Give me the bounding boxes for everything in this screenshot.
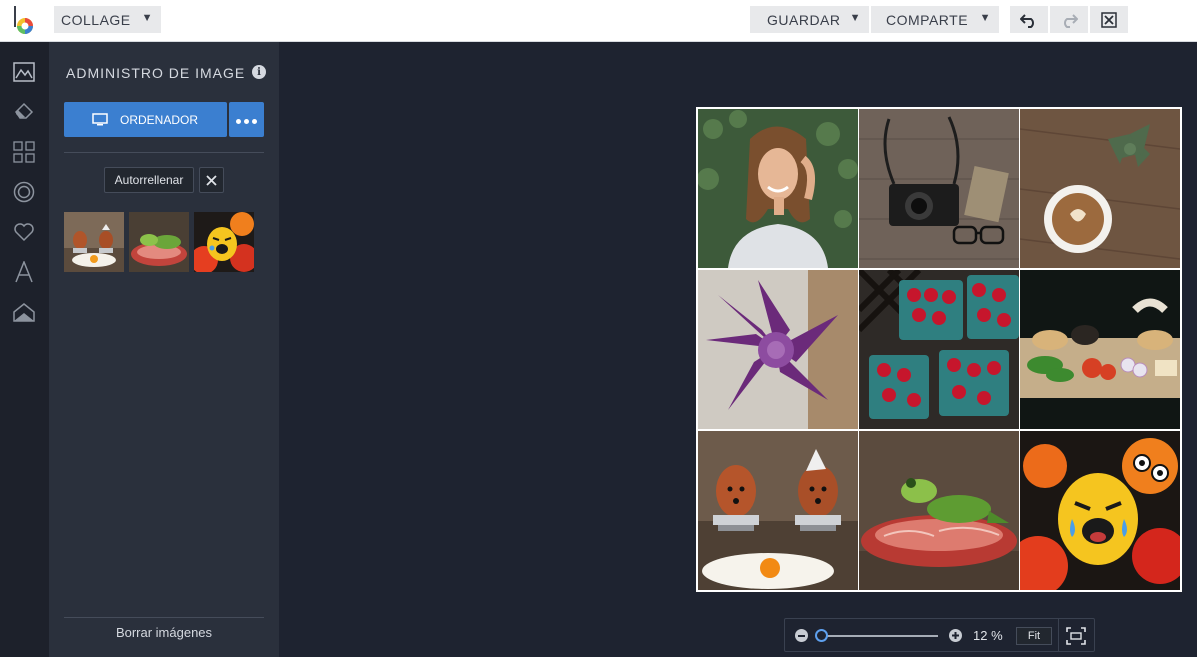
collage-mode-dropdown[interactable]: COLLAGE ▼ — [54, 6, 161, 33]
share-dropdown[interactable]: COMPARTE ▼ — [871, 6, 999, 33]
fullscreen-icon[interactable] — [1066, 627, 1086, 645]
redo-icon — [1064, 13, 1078, 28]
redo-button[interactable] — [1050, 6, 1088, 33]
layout-grid-icon[interactable] — [12, 140, 36, 164]
close-icon — [1101, 11, 1117, 28]
zoom-bar: 12 % Fit — [784, 618, 1095, 652]
close-button[interactable] — [1090, 6, 1128, 33]
crying-egg-thumbnail[interactable] — [194, 212, 254, 272]
minus-icon — [798, 634, 805, 637]
panel-title: ADMINISTRO DE IMAGE — [66, 65, 246, 81]
clear-autofill-button[interactable] — [199, 167, 224, 193]
collage-canvas — [696, 107, 1182, 592]
zoom-out-button[interactable] — [795, 629, 808, 642]
image-manager-panel: ADMINISTRO DE IMAGE i ORDENADOR Autorrel… — [49, 42, 279, 657]
chevron-down-icon: ▼ — [979, 12, 991, 24]
close-icon — [206, 174, 217, 186]
eggs-thumbnail[interactable] — [64, 212, 124, 272]
zoom-level-label: 12 % — [973, 628, 1003, 643]
text-icon[interactable] — [12, 260, 36, 284]
chevron-down-icon: ▼ — [849, 12, 861, 24]
chevron-down-icon: ▼ — [141, 12, 153, 24]
collage-cell-eggs-with-faces[interactable] — [698, 431, 858, 590]
background-icon[interactable] — [12, 300, 36, 324]
collage-cell-raspberries[interactable] — [859, 270, 1019, 429]
collage-cell-sandwich-ingredients[interactable] — [1020, 270, 1180, 429]
tool-rail — [0, 42, 49, 657]
more-sources-button[interactable] — [229, 102, 264, 137]
fit-button[interactable]: Fit — [1016, 627, 1052, 645]
collage-cell-woman-smiling[interactable] — [698, 109, 858, 268]
circle-target-icon[interactable] — [12, 180, 36, 204]
info-icon[interactable]: i — [252, 65, 266, 79]
delete-images-button[interactable]: Borrar imágenes — [64, 625, 264, 640]
save-label: GUARDAR — [767, 11, 841, 28]
eraser-icon[interactable] — [12, 100, 36, 124]
more-icon — [235, 111, 259, 129]
undo-icon — [1020, 13, 1034, 28]
autofill-button[interactable]: Autorrellenar — [104, 167, 194, 193]
top-bar: COLLAGE ▼ GUARDAR ▼ COMPARTE ▼ — [0, 0, 1197, 42]
frog-thumbnail[interactable] — [129, 212, 189, 272]
monitor-icon — [92, 113, 108, 126]
upload-button-label: ORDENADOR — [120, 112, 199, 127]
zoom-in-button[interactable] — [949, 629, 962, 642]
app-logo[interactable] — [12, 5, 38, 35]
undo-button[interactable] — [1010, 6, 1048, 33]
collage-cell-coffee-and-succulent[interactable] — [1020, 109, 1180, 268]
image-manager-icon[interactable] — [12, 60, 36, 84]
heart-icon[interactable] — [12, 220, 36, 244]
collage-cell-purple-succulent[interactable] — [698, 270, 858, 429]
zoom-slider-track[interactable] — [818, 635, 938, 637]
divider — [64, 617, 264, 618]
upload-from-computer-button[interactable]: ORDENADOR — [64, 102, 227, 137]
divider — [64, 152, 264, 153]
save-dropdown[interactable]: GUARDAR ▼ — [750, 6, 869, 33]
collage-cell-frog-on-ham[interactable] — [859, 431, 1019, 590]
divider — [1058, 619, 1059, 651]
share-label: COMPARTE — [886, 11, 969, 28]
plus-icon — [952, 632, 959, 639]
collage-cell-camera-and-glasses[interactable] — [859, 109, 1019, 268]
collage-mode-label: COLLAGE — [61, 11, 131, 28]
zoom-slider-handle[interactable] — [815, 629, 828, 642]
collage-cell-crying-eggs[interactable] — [1020, 431, 1180, 590]
